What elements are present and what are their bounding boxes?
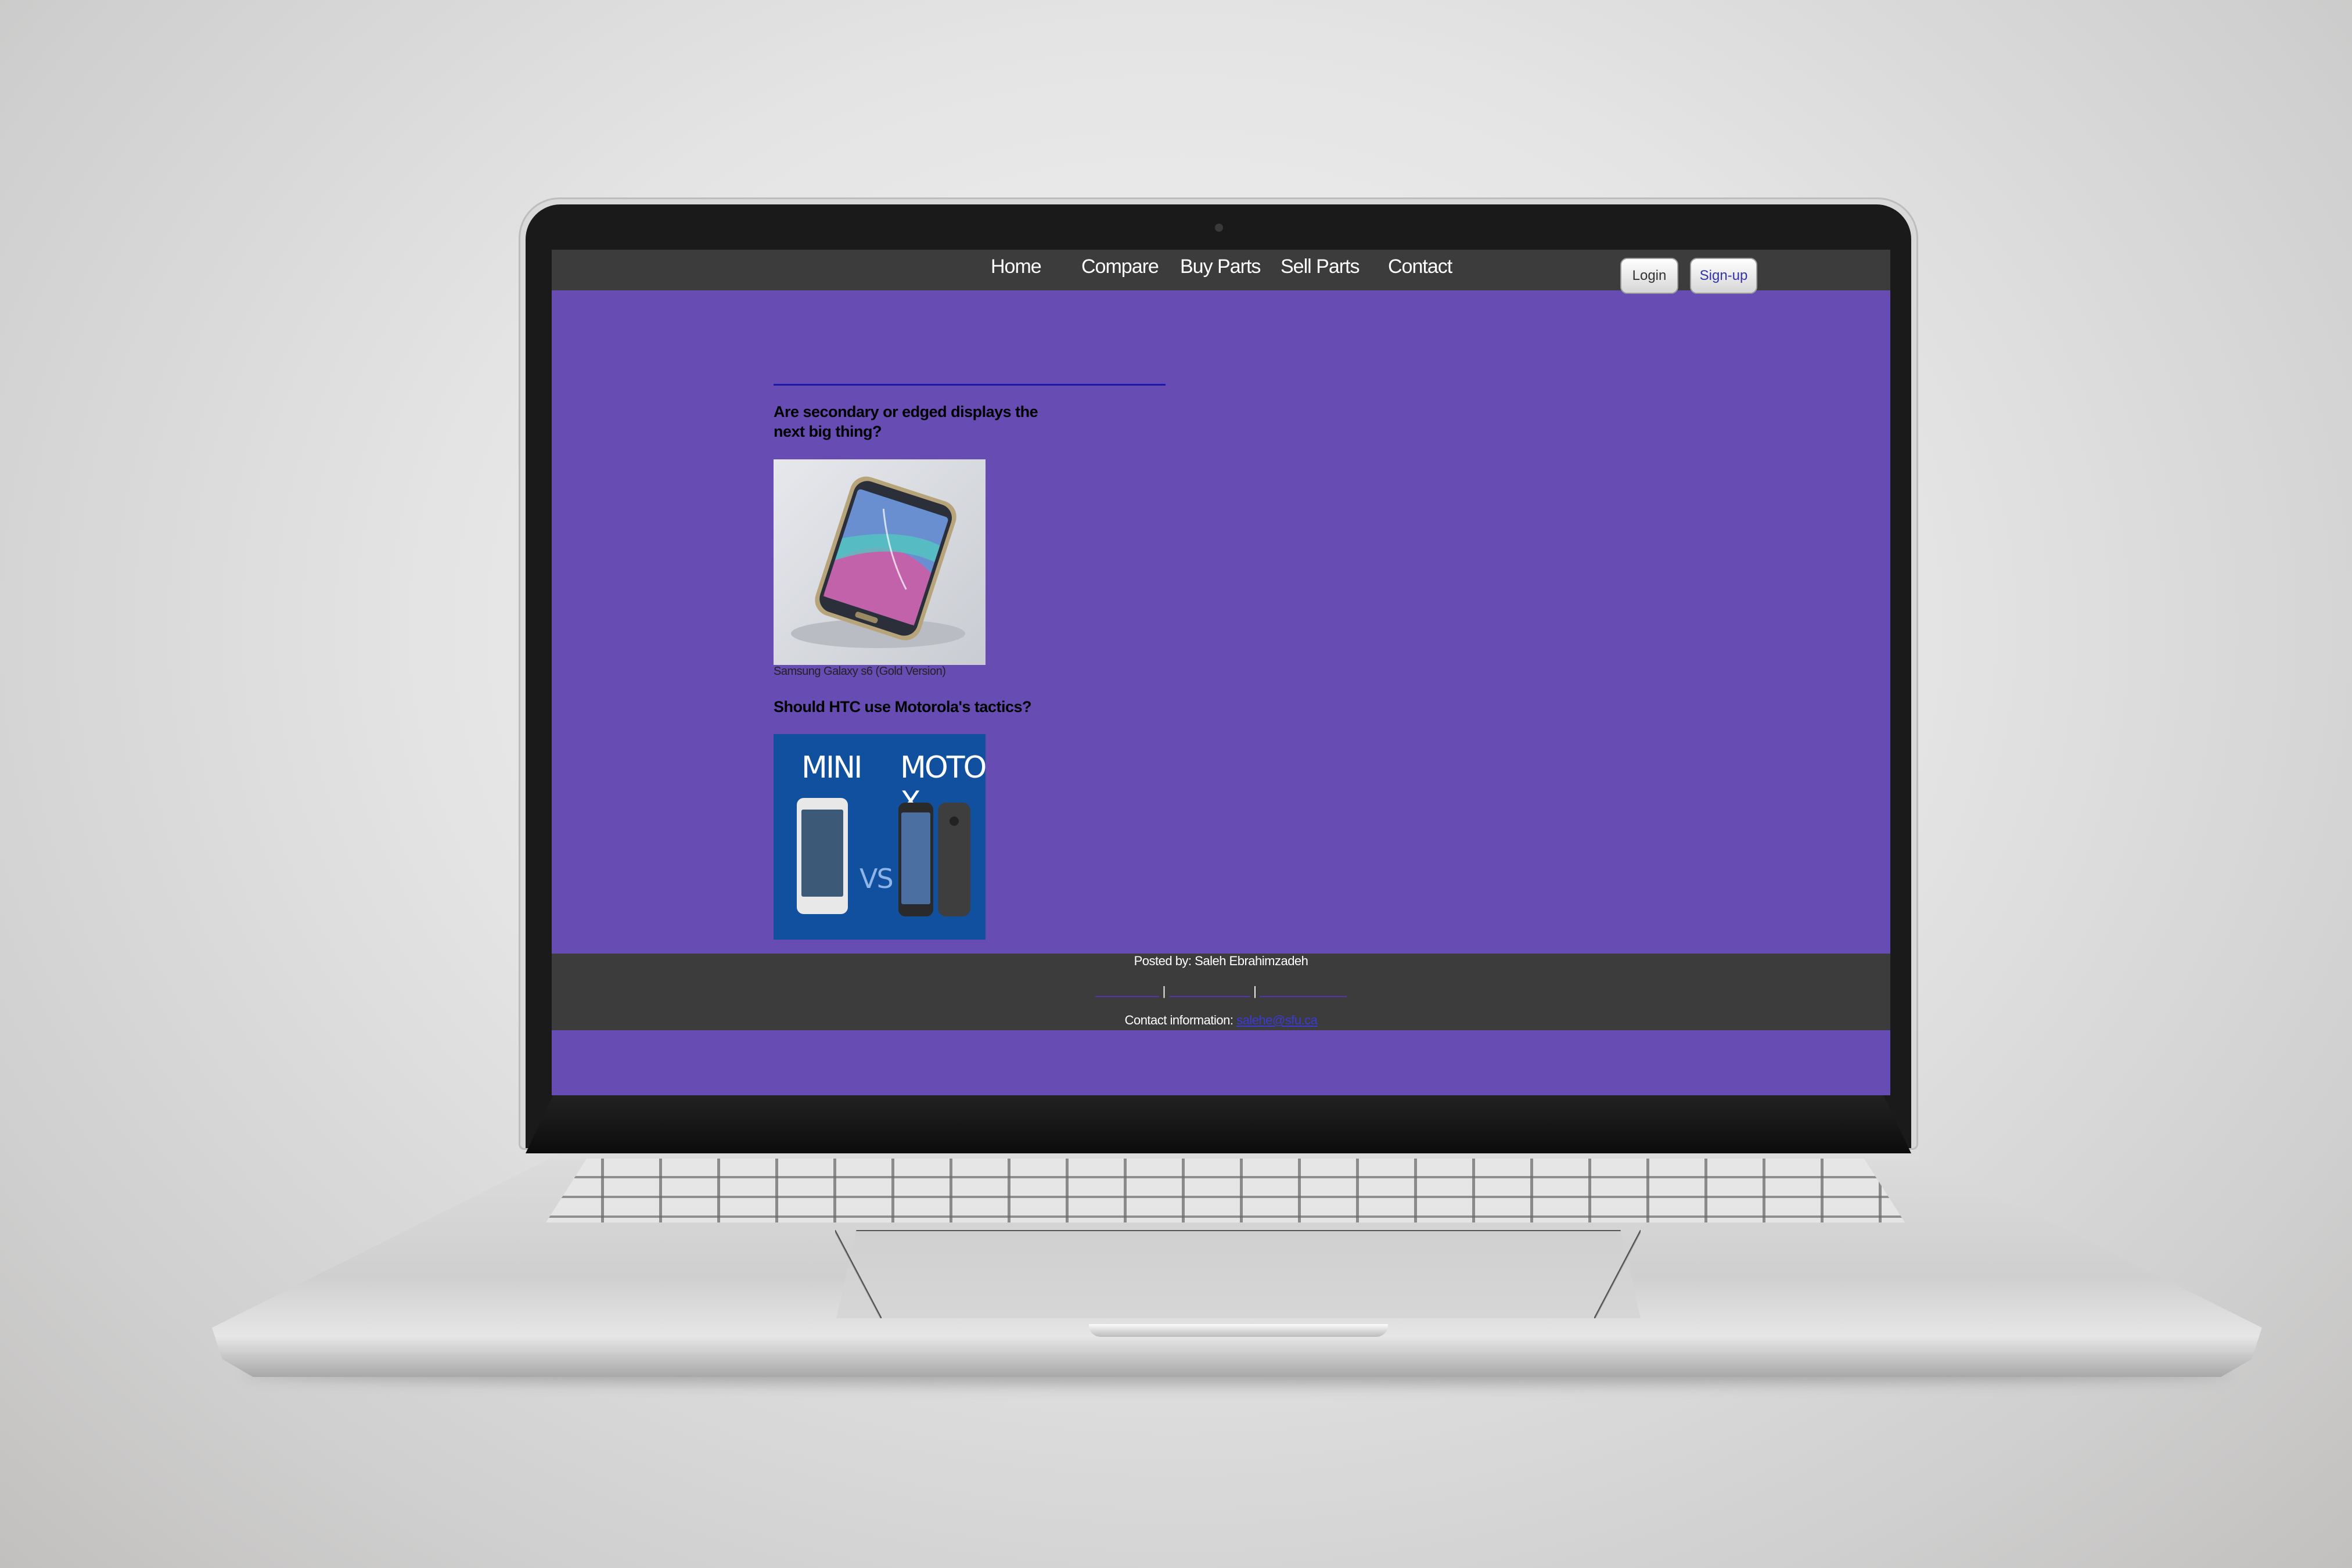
contact-info: Contact information: salehe@sfu.ca <box>552 1013 1890 1028</box>
keyboard-rows <box>546 1159 1905 1222</box>
trackpad <box>836 1230 1641 1318</box>
posted-by: Posted by: Saleh Ebrahimzadeh <box>1134 954 1308 968</box>
laptop-hinge <box>526 1095 1911 1153</box>
article-title-2: Should HTC use Motorola's tactics? <box>774 698 1031 715</box>
nav-contact[interactable]: Contact <box>1388 256 1452 278</box>
article-title-1: Are secondary or edged displays the next… <box>774 403 1038 440</box>
image-caption: Samsung Galaxy s6 (Gold Version) <box>774 665 946 678</box>
footer-link-1[interactable] <box>1095 987 1160 998</box>
galaxy-s6-image <box>774 459 986 665</box>
login-button[interactable]: Login <box>1620 258 1678 294</box>
nav-home[interactable]: Home <box>991 256 1042 278</box>
footer-link-2[interactable] <box>1168 987 1250 998</box>
page-footer: Posted by: Saleh Ebrahimzadeh | | Contac… <box>552 954 1890 1030</box>
webcam-icon <box>1215 224 1223 232</box>
footer-link-separator: | <box>1162 984 1166 998</box>
footer-links: | | <box>552 984 1890 999</box>
contact-email-link[interactable]: salehe@sfu.ca <box>1236 1013 1318 1027</box>
footer-link-3[interactable] <box>1259 987 1347 998</box>
browser-viewport: Home Compare Buy Parts Sell Parts Contac… <box>552 250 1890 1095</box>
footer-link-separator: | <box>1253 984 1257 998</box>
signup-button[interactable]: Sign-up <box>1690 258 1757 294</box>
nav-buy-parts[interactable]: Buy Parts <box>1180 256 1261 278</box>
nav-compare[interactable]: Compare <box>1081 256 1159 278</box>
trackpad-edge-left <box>835 1230 882 1318</box>
content-divider <box>774 384 1166 386</box>
phone-illustration <box>791 476 965 648</box>
htc-vs-moto-image: MINI MOTO X VS <box>774 734 986 940</box>
contact-label: Contact information: <box>1124 1013 1237 1027</box>
nav-sell-parts[interactable]: Sell Parts <box>1281 256 1360 278</box>
phones-illustration <box>797 798 970 916</box>
lid-notch <box>1089 1324 1388 1337</box>
trackpad-edge-right <box>1594 1230 1641 1318</box>
